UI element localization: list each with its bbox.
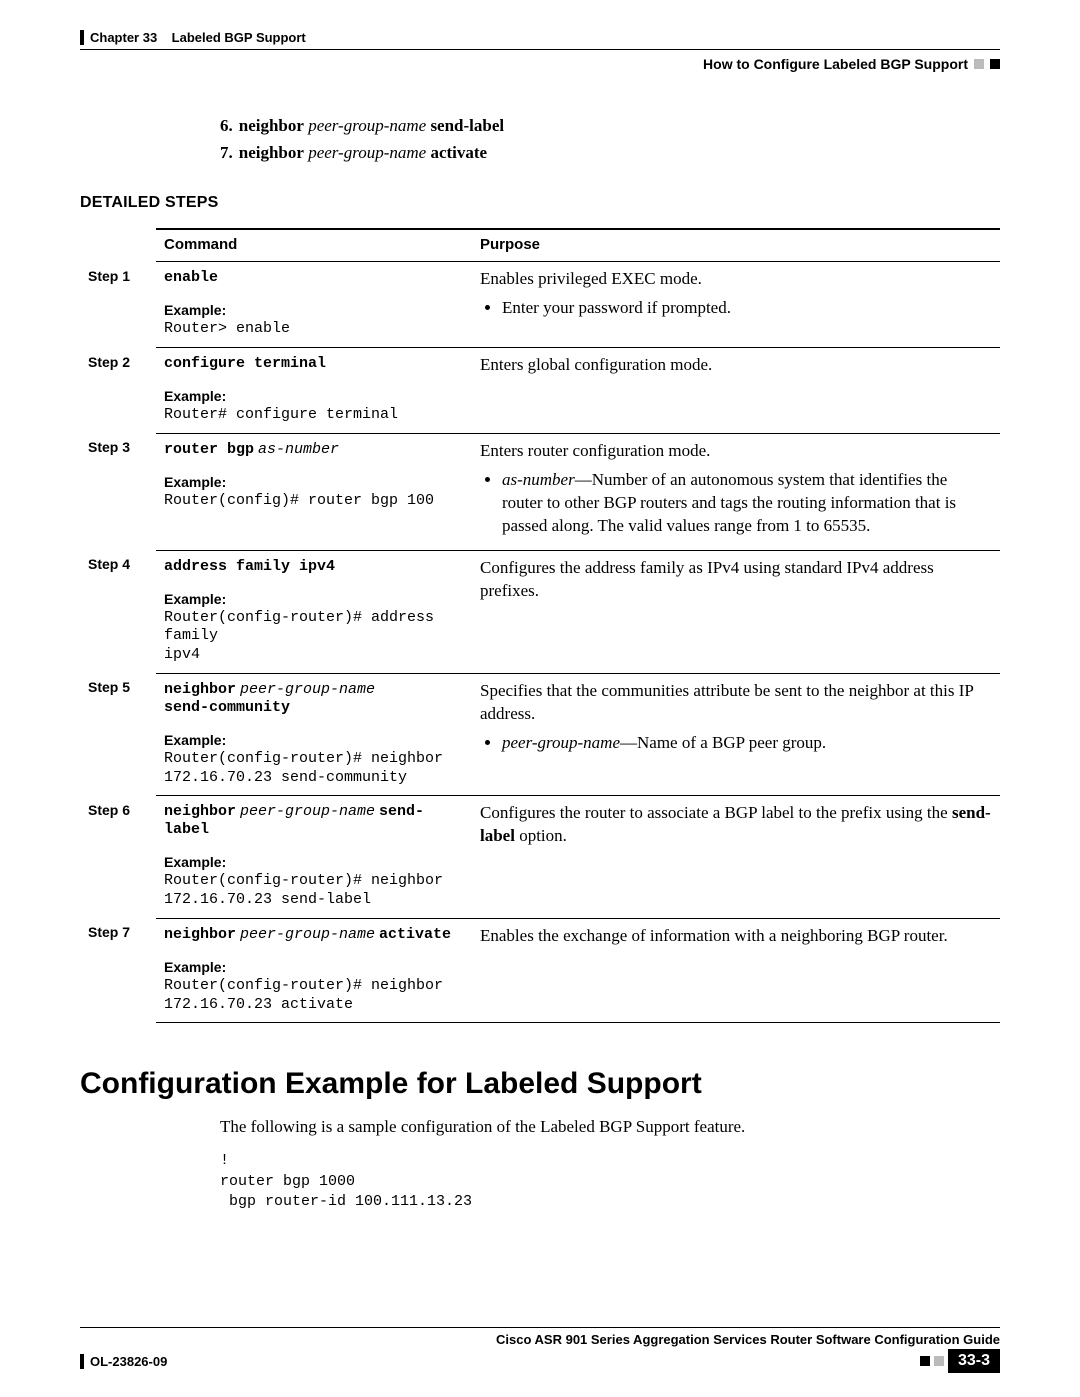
chapter-title: Labeled BGP Support [172,30,306,45]
table-row: Step 2 configure terminal Example: Router# … [80,348,1000,434]
example-code: Router(config)# router bgp 100 [164,492,464,511]
purpose-cell: Configures the router to associate a BGP… [472,796,1000,919]
step-label: Step 6 [80,796,156,919]
example-code: Router(config-router)# neighbor 172.16.7… [164,977,464,1015]
command-cell: router bgp as-number Example: Router(confi… [156,433,472,550]
summary-step-line: 7. neighbor peer-group-name activate [220,139,1000,166]
table-header-blank [80,229,156,262]
example-code: Router(config-router)# address family ip… [164,609,464,665]
command-syntax: configure terminal [164,354,464,372]
example-code: Router(config-router)# neighbor 172.16.7… [164,750,464,788]
command-syntax: router bgp as-number [164,440,464,458]
step-label: Step 2 [80,348,156,434]
command-cell: configure terminal Example: Router# config… [156,348,472,434]
command-syntax: neighbor peer-group-name send-label [164,802,464,838]
step-label: Step 1 [80,262,156,348]
example-label: Example: [164,591,464,607]
table-row: Step 3 router bgp as-number Example: Router… [80,433,1000,550]
command-cell: enable Example: Router> enable [156,262,472,348]
command-cell: neighbor peer-group-namesend-community Ex… [156,673,472,796]
example-code: Router# configure terminal [164,406,464,425]
table-row: Step 5neighbor peer-group-namesend-commu… [80,673,1000,796]
cmd-keyword: activate [430,143,487,162]
header-decor-icon [990,59,1000,69]
example-label: Example: [164,732,464,748]
detailed-steps-table: Command Purpose Step 1 enable Example: Rout… [80,228,1000,1023]
detailed-steps-heading: DETAILED STEPS [80,194,1000,212]
table-header-purpose: Purpose [472,229,1000,262]
table-header-command: Command [156,229,472,262]
purpose-cell: Enables privileged EXEC mode.Enter your … [472,262,1000,348]
purpose-cell: Enters global configuration mode. [472,348,1000,434]
step-number: 6. [220,116,233,135]
running-header: Chapter 33 Labeled BGP Support [80,30,1000,45]
command-cell: neighbor peer-group-name send-label Examp… [156,796,472,919]
header-decor-icon [974,59,984,69]
summary-steps-block: 6. neighbor peer-group-name send-label 7. n… [80,112,1000,166]
table-header-row: Command Purpose [80,229,1000,262]
table-row: Step 1 enable Example: Router> enable Enable… [80,262,1000,348]
table-row: Step 6neighbor peer-group-name send-labe… [80,796,1000,919]
example-label: Example: [164,854,464,870]
cmd-arg: peer-group-name [308,116,426,135]
footer-guide-title: Cisco ASR 901 Series Aggregation Service… [80,1327,1000,1347]
purpose-cell: Enables the exchange of information with… [472,918,1000,1023]
command-syntax: enable [164,268,464,286]
example-label: Example: [164,302,464,318]
example-code: Router(config-router)# neighbor 172.16.7… [164,872,464,910]
document-page: Chapter 33 Labeled BGP Support How to Co… [0,0,1080,1397]
section-title: How to Configure Labeled BGP Support [703,56,968,72]
cmd-keyword: neighbor [239,116,304,135]
table-row: Step 7 neighbor peer-group-name activate E… [80,918,1000,1023]
footer-doc-id: OL-23826-09 [80,1354,167,1369]
footer-decor-icon [934,1356,944,1366]
purpose-cell: Configures the address family as IPv4 us… [472,550,1000,673]
step-label: Step 7 [80,918,156,1023]
footer-decor [920,1356,948,1366]
example-code: Router> enable [164,320,464,339]
summary-step-line: 6. neighbor peer-group-name send-label [220,112,1000,139]
purpose-cell: Enters router configuration mode.as-numb… [472,433,1000,550]
command-syntax: neighbor peer-group-name activate [164,925,464,943]
example-label: Example: [164,388,464,404]
step-number: 7. [220,143,233,162]
cmd-keyword: neighbor [239,143,304,162]
command-cell: neighbor peer-group-name activate Example… [156,918,472,1023]
table-row: Step 4 address family ipv4 Example: Router(… [80,550,1000,673]
example-label: Example: [164,959,464,975]
cmd-keyword: send-label [430,116,504,135]
step-label: Step 4 [80,550,156,673]
step-label: Step 5 [80,673,156,796]
footer-page-number: 33-3 [948,1349,1000,1373]
cmd-arg: peer-group-name [308,143,426,162]
section-header-row: How to Configure Labeled BGP Support [80,49,1000,72]
purpose-cell: Specifies that the communities attribute… [472,673,1000,796]
command-syntax: address family ipv4 [164,557,464,575]
intro-paragraph: The following is a sample configuration … [80,1117,1000,1137]
example-label: Example: [164,474,464,490]
chapter-label: Chapter 33 [90,30,157,45]
command-cell: address family ipv4 Example: Router(config… [156,550,472,673]
step-label: Step 3 [80,433,156,550]
config-code-block: ! router bgp 1000 bgp router-id 100.111.… [80,1151,1000,1212]
page-footer: Cisco ASR 901 Series Aggregation Service… [80,1327,1000,1373]
footer-decor-icon [920,1356,930,1366]
command-syntax: neighbor peer-group-namesend-community [164,680,464,716]
config-example-heading: Configuration Example for Labeled Suppor… [80,1067,1000,1101]
